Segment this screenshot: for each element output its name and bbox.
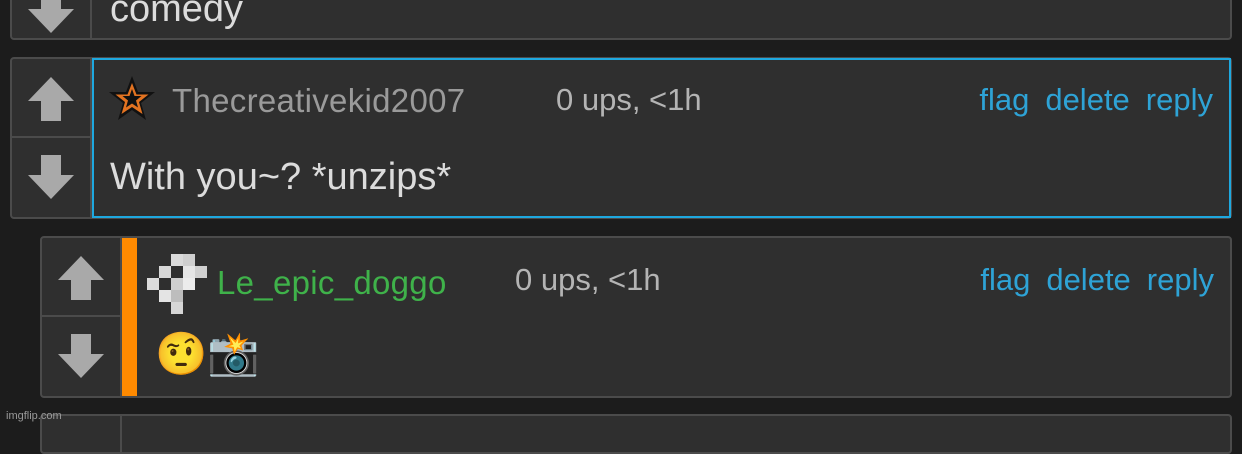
vote-column bbox=[42, 238, 122, 396]
arrow-down-icon bbox=[28, 154, 74, 199]
upvote-button[interactable] bbox=[12, 59, 90, 138]
comment-text: 🤨📸 bbox=[155, 330, 260, 377]
reply-link[interactable]: reply bbox=[1147, 262, 1214, 298]
downvote-button[interactable] bbox=[42, 317, 120, 396]
watermark: imgflip.com bbox=[6, 410, 62, 422]
comment-le-epic-doggo: Le_epic_doggo 0 ups, <1h flag delete rep… bbox=[40, 236, 1232, 398]
comment-previous: comedy bbox=[10, 0, 1232, 40]
comment-meta: 0 ups, <1h bbox=[515, 262, 661, 297]
delete-link[interactable]: delete bbox=[1045, 82, 1129, 118]
arrow-up-icon bbox=[58, 255, 104, 300]
username[interactable]: Le_epic_doggo bbox=[217, 264, 447, 302]
vote-column bbox=[12, 0, 92, 38]
reply-link[interactable]: reply bbox=[1146, 82, 1213, 118]
comment-meta: 0 ups, <1h bbox=[556, 82, 702, 117]
arrow-down-icon bbox=[58, 333, 104, 378]
comment-actions: flag delete reply bbox=[979, 82, 1213, 118]
comment-actions: flag delete reply bbox=[980, 262, 1214, 298]
downvote-button[interactable] bbox=[12, 138, 90, 217]
upvote-button[interactable] bbox=[42, 238, 120, 317]
downvote-button[interactable] bbox=[12, 0, 90, 38]
vote-column bbox=[12, 59, 92, 217]
reply-indicator-bar bbox=[122, 238, 137, 396]
flag-link[interactable]: flag bbox=[979, 82, 1029, 118]
comment-body: Le_epic_doggo 0 ups, <1h flag delete rep… bbox=[137, 238, 1230, 396]
comment-next bbox=[40, 414, 1232, 454]
comment-text: comedy bbox=[110, 0, 244, 30]
comment-body: Thecreativekid2007 0 ups, <1h flag delet… bbox=[92, 58, 1231, 218]
arrow-down-icon bbox=[28, 0, 74, 33]
username[interactable]: Thecreativekid2007 bbox=[172, 82, 465, 120]
comment-text: With you~? *unzips* bbox=[110, 156, 452, 198]
flag-link[interactable]: flag bbox=[980, 262, 1030, 298]
star-icon bbox=[109, 76, 155, 120]
delete-link[interactable]: delete bbox=[1046, 262, 1130, 298]
comment-thecreativekid2007: Thecreativekid2007 0 ups, <1h flag delet… bbox=[10, 57, 1232, 219]
arrow-up-icon bbox=[28, 76, 74, 121]
comment-body: comedy bbox=[92, 0, 1230, 38]
pixel-avatar-icon bbox=[147, 254, 207, 314]
